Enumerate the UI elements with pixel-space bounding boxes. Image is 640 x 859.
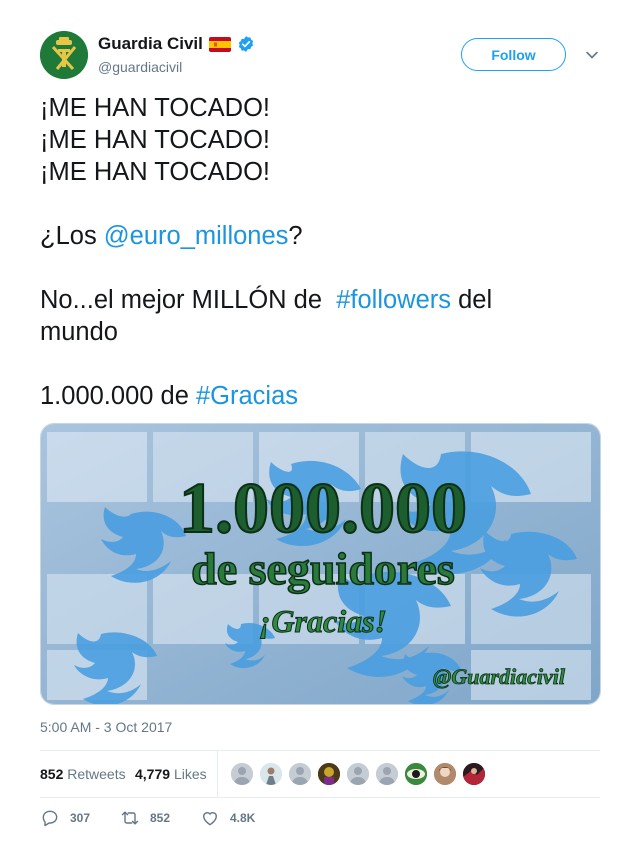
retweet-icon [121,811,139,825]
hashtag-link-gracias[interactable]: #Gracias [196,382,298,410]
like-button[interactable]: 4.8K [200,808,255,828]
person-photo-icon [463,763,485,785]
tweet-header: Guardia Civil @guardiacivil Follow [40,31,600,81]
tweet-line: ¡ME HAN TOCADO! [40,158,270,186]
million-followers-graphic: 1.000.000 de seguidores ¡Gracias! @Guard… [41,424,600,704]
tweet-line: mundo [40,318,118,346]
liker-avatar[interactable] [345,761,371,787]
eye-avatar-icon [405,763,427,785]
divider [40,797,600,798]
default-avatar-icon [376,763,398,785]
retweets-label: Retweets [67,766,126,782]
tweet-timestamp[interactable]: 5:00 AM - 3 Oct 2017 [40,719,172,735]
chevron-down-icon[interactable] [584,47,600,63]
retweet-count: 852 [150,811,171,825]
default-avatar-icon [347,763,369,785]
liker-avatar[interactable] [287,761,313,787]
line5-prefix: No...el mejor MILLÓN de [40,286,337,314]
liker-avatar[interactable] [461,761,487,787]
tweet-line: ¿Los @euro_millones? [40,220,600,252]
verified-badge-icon [238,36,253,52]
reply-count: 307 [70,811,91,825]
tweet-line: ¡ME HAN TOCADO! [40,126,270,154]
line7-prefix: 1.000.000 de [40,382,196,410]
signature-text: @Guardiacivil [433,664,566,689]
guardia-civil-emblem-icon [40,31,88,79]
likes-label: Likes [173,766,207,782]
default-avatar-icon [289,763,311,785]
default-avatar-icon [231,763,253,785]
tweet-text: ¡ME HAN TOCADO! ¡ME HAN TOCADO! ¡ME HAN … [40,92,600,412]
author-name[interactable]: Guardia Civil [98,34,203,54]
reply-icon [42,810,58,827]
subtitle-text: de seguidores [191,543,455,594]
retweet-button[interactable]: 852 [120,808,170,828]
liker-avatar[interactable] [316,761,342,787]
retweets-stat[interactable]: 852 Retweets [40,766,126,782]
heart-icon [203,812,217,826]
liker-avatar[interactable] [229,761,255,787]
liker-avatar[interactable] [432,761,458,787]
line5-suffix: del [451,286,493,314]
author-name-row: Guardia Civil [98,34,255,54]
author-avatar[interactable] [40,31,88,79]
person-photo-icon [260,763,282,785]
person-photo-icon [318,763,340,785]
tweet-line: 1.000.000 de #Gracias [40,380,600,412]
liker-avatar[interactable] [258,761,284,787]
question-prefix: ¿Los [40,222,104,250]
thanks-text: ¡Gracias! [259,603,387,639]
hashtag-link-followers[interactable]: #followers [336,286,451,314]
liker-avatar[interactable] [403,761,429,787]
person-photo-icon [434,763,456,785]
tweet-stats: 852 Retweets 4,779 Likes [40,750,600,797]
retweets-count: 852 [40,766,64,782]
big-number-text: 1.000.000 [179,468,467,548]
author-handle[interactable]: @guardiacivil [98,59,182,75]
likes-count: 4,779 [135,766,171,782]
follow-button[interactable]: Follow [461,38,566,71]
tweet-line: ¡ME HAN TOCADO! [40,94,270,122]
stats-separator [217,750,218,797]
tweet-actions: 307 852 4.8K [40,806,600,834]
spain-flag-icon [208,36,231,52]
mention-link[interactable]: @euro_millones [104,222,289,250]
likes-stat[interactable]: 4,779 Likes [135,766,207,782]
tweet-media-image[interactable]: 1.000.000 de seguidores ¡Gracias! @Guard… [40,423,601,705]
question-suffix: ? [288,222,303,250]
liker-avatar[interactable] [374,761,400,787]
tweet-line: No...el mejor MILLÓN de #followers del [40,284,600,316]
like-count: 4.8K [230,811,256,825]
reply-button[interactable]: 307 [40,808,90,828]
